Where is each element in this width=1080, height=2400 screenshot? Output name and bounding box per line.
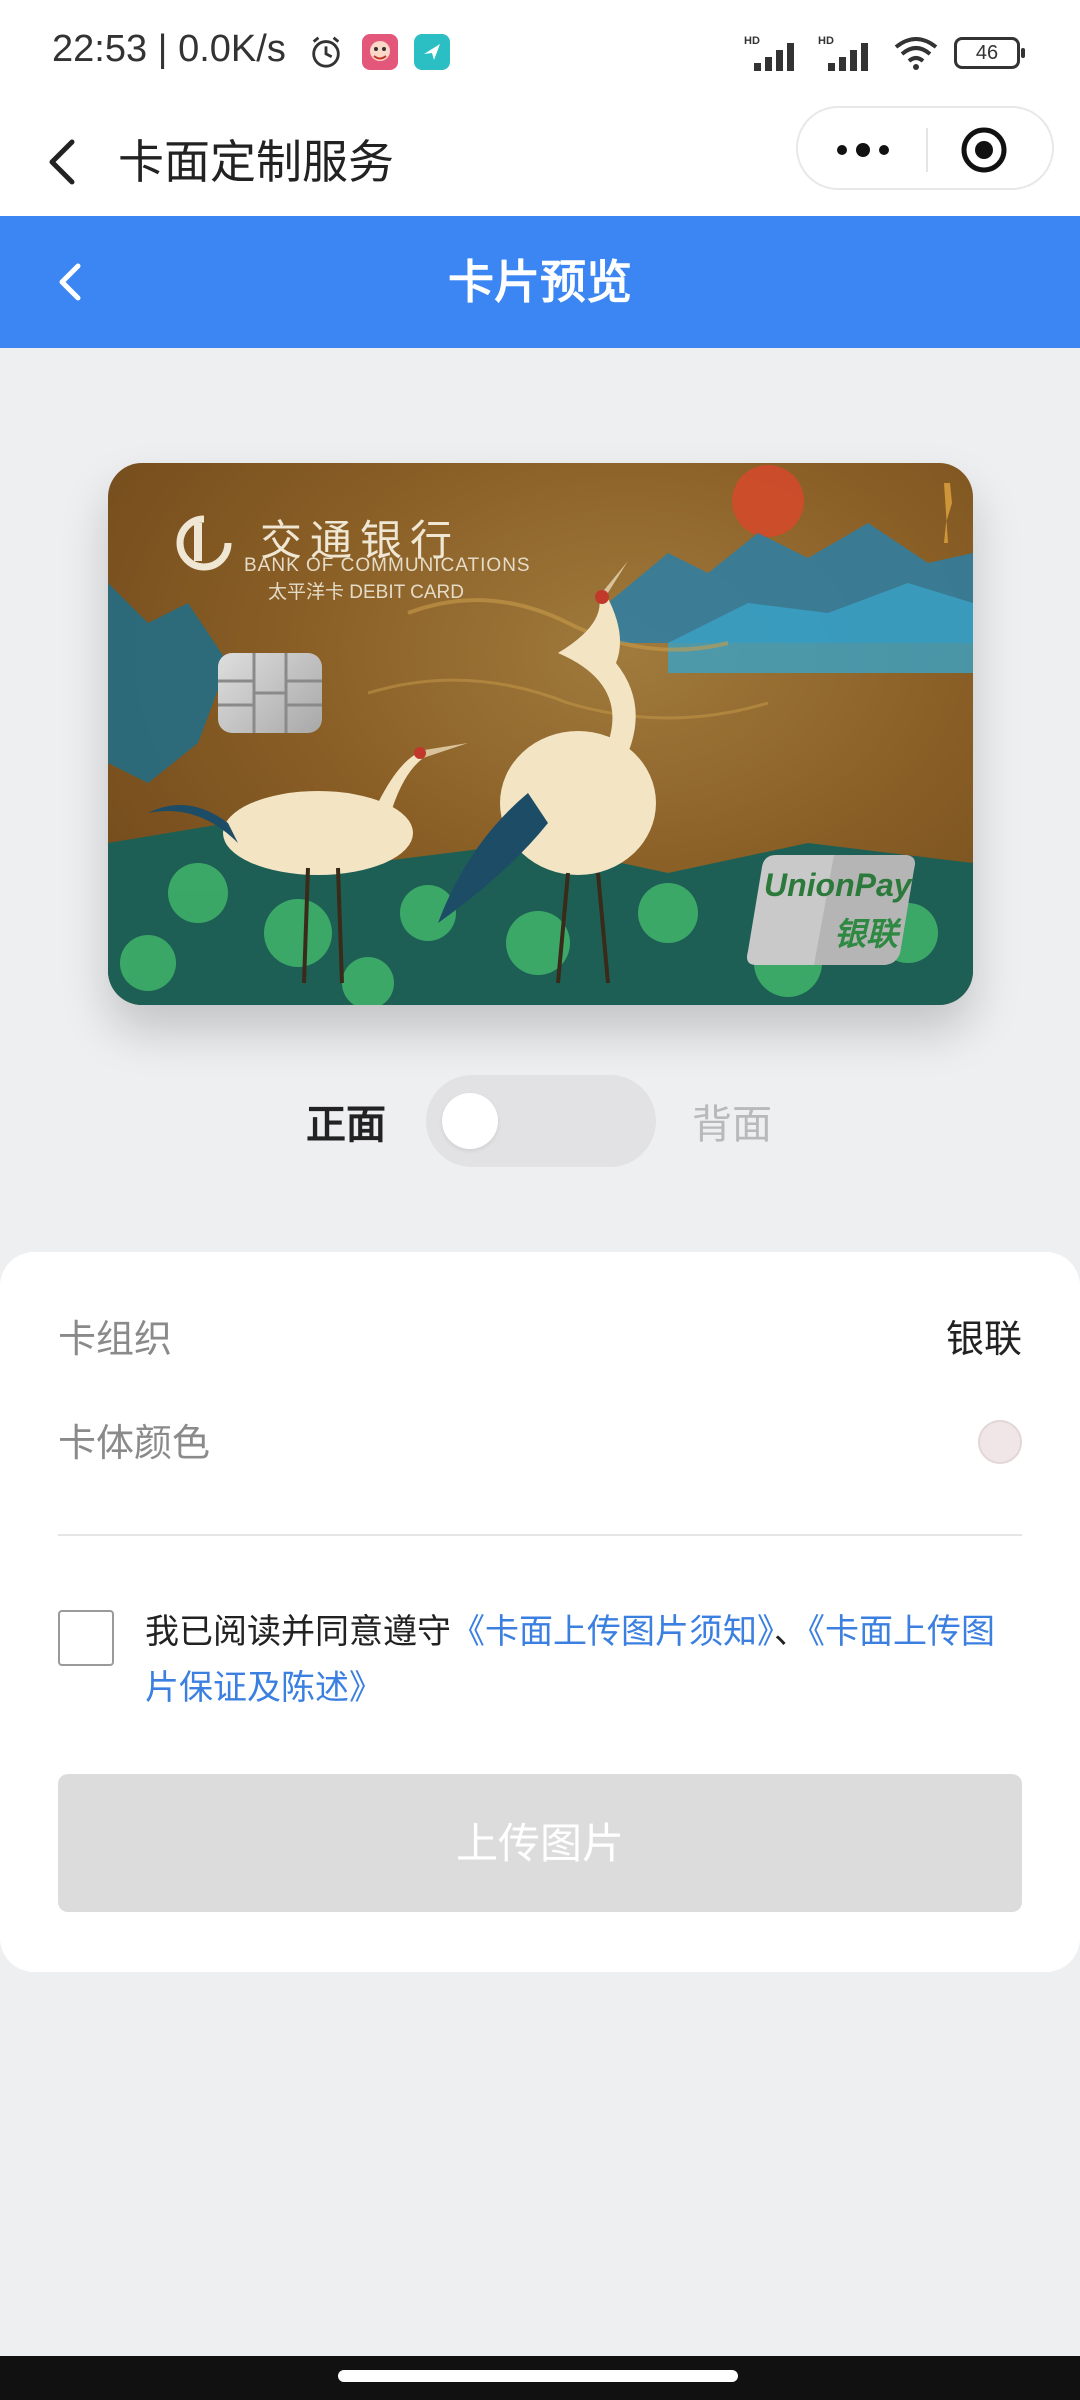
card-chip-icon [218,653,322,733]
battery-level: 46 [975,41,999,64]
clock-text: 22:53 [52,28,148,70]
app-notification-icon [362,34,398,70]
card-color-label: 卡体颜色 [58,1421,211,1465]
back-chevron-icon[interactable] [38,128,98,196]
front-label[interactable]: 正面 [306,1092,386,1150]
agreement-prefix: 我已阅读并同意遵守 [145,1612,451,1652]
unionpay-text-cn: 银联 [834,915,899,953]
preview-title: 卡片预览 [448,255,632,309]
card-org-label: 卡组织 [58,1317,173,1361]
bank-logo-icon [176,515,232,571]
wifi-icon [894,37,938,70]
navigation-bar [0,2356,1080,2400]
agreement-separator: 、 [774,1612,808,1652]
signal-hd-icon: HD [744,35,794,71]
front-back-toggle[interactable] [426,1075,656,1167]
battery-icon: 46 [954,37,1025,69]
back-label[interactable]: 背面 [692,1092,772,1150]
status-icons: HD HD 46 [744,30,1025,76]
svg-text:HD: HD [744,35,760,47]
status-bar: 22:53 | 0.0K/s HD HD 46 [0,0,1080,108]
separator: | [157,28,179,70]
alarm-icon [312,36,340,68]
nav-bar: 卡面定制服务 [0,106,1080,216]
location-icon [414,34,450,70]
upload-notice-link[interactable]: 《卡面上传图片须知》 [451,1612,774,1652]
unionpay-text: UnionPay [764,867,912,903]
capsule-divider [926,128,928,172]
card-preview-image: 交通银行 BANK OF COMMUNICATIONS 太平洋卡 DEBIT C… [108,463,973,1005]
page-title: 卡面定制服务 [118,135,394,189]
card-org-value: 银联 [945,1317,1022,1361]
divider [58,1534,1022,1536]
card-type: 太平洋卡 DEBIT CARD [268,582,465,603]
upload-image-button[interactable]: 上传图片 [58,1774,1022,1912]
network-speed: 0.0K/s [178,28,286,70]
details-panel: 卡组织 银联 卡体颜色 我已阅读并同意遵守《卡面上传图片须知》、《卡面上传图片保… [0,1252,1080,1972]
more-dots-icon[interactable] [828,128,898,172]
toggle-knob[interactable] [442,1093,498,1149]
bank-name-en: BANK OF COMMUNICATIONS [244,555,531,576]
card-color-swatch [978,1420,1022,1464]
home-indicator[interactable] [338,2370,738,2382]
preview-header: 卡片预览 [0,216,1080,348]
target-close-icon[interactable] [958,124,1010,176]
mini-program-capsule [796,106,1054,190]
agreement-text: 我已阅读并同意遵守《卡面上传图片须知》、《卡面上传图片保证及陈述》 [145,1604,1025,1716]
svg-text:HD: HD [818,35,834,47]
status-time: 22:53 | 0.0K/s [52,28,286,71]
agree-checkbox[interactable] [58,1610,114,1666]
signal-hd-icon: HD [818,35,868,71]
